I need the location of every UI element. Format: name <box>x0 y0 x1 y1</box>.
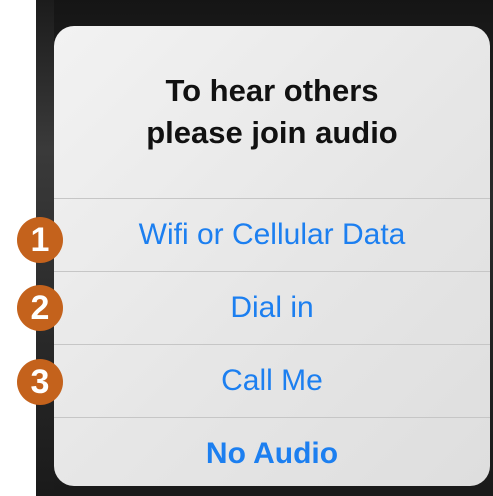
call-me-button[interactable]: Call Me <box>54 344 490 416</box>
dial-in-button[interactable]: Dial in <box>54 271 490 343</box>
wifi-or-cellular-data-button[interactable]: Wifi or Cellular Data <box>54 198 490 270</box>
dialog-title: To hear others please join audio <box>54 70 490 154</box>
no-audio-button[interactable]: No Audio <box>54 417 490 486</box>
join-audio-dialog: To hear others please join audio Wifi or… <box>54 26 490 486</box>
dialog-title-line-1: To hear others <box>165 73 379 108</box>
step-marker-2: 2 <box>17 285 63 331</box>
step-marker-1: 1 <box>17 217 63 263</box>
step-marker-3: 3 <box>17 359 63 405</box>
dialog-title-line-2: please join audio <box>146 115 398 150</box>
